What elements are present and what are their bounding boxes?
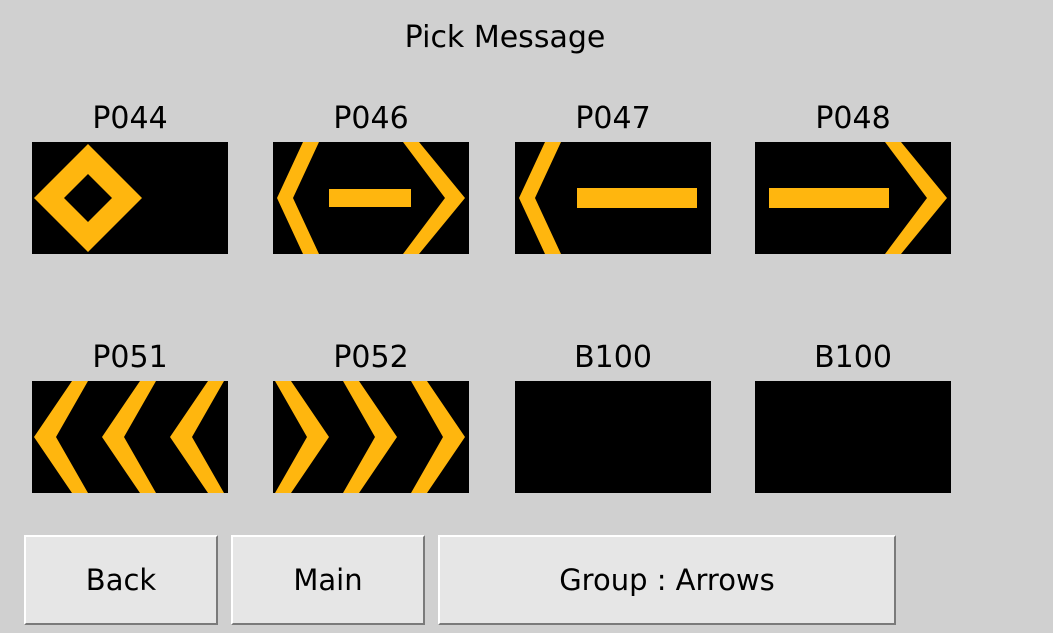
message-tile-p051[interactable]: P051: [32, 341, 228, 493]
message-tile-p048[interactable]: P048: [755, 102, 951, 254]
message-tile-p052[interactable]: P052: [273, 341, 469, 493]
blank-sign-preview: [755, 381, 951, 493]
message-tile-p044[interactable]: P044: [32, 102, 228, 254]
page-title: Pick Message: [404, 20, 606, 55]
message-tile-p046[interactable]: P046: [273, 102, 469, 254]
diamond-icon: [34, 144, 142, 252]
message-code-label: P051: [92, 340, 168, 375]
sign-preview: [515, 142, 711, 254]
message-code-label: P052: [333, 340, 409, 375]
message-tile-b100[interactable]: B100: [755, 341, 951, 493]
group-selector-button[interactable]: Group : Arrows: [438, 535, 896, 625]
sign-preview: [755, 142, 951, 254]
double-arrow-icon: [277, 142, 465, 254]
message-code-label: P046: [333, 101, 409, 136]
message-code-label: P044: [92, 101, 168, 136]
message-tile-b100[interactable]: B100: [515, 341, 711, 493]
main-button[interactable]: Main: [231, 535, 425, 625]
triple-chevron-right-icon: [275, 381, 465, 493]
triple-chevron-left-icon: [34, 381, 224, 493]
sign-preview: [32, 142, 228, 254]
sign-preview: [32, 381, 228, 493]
message-tile-p047[interactable]: P047: [515, 102, 711, 254]
back-button[interactable]: Back: [24, 535, 218, 625]
right-arrow-icon: [769, 142, 947, 254]
sign-preview: [273, 142, 469, 254]
message-code-label: P047: [575, 101, 651, 136]
message-code-label: B100: [574, 340, 652, 375]
sign-preview: [273, 381, 469, 493]
left-arrow-icon: [519, 142, 697, 254]
message-code-label: P048: [815, 101, 891, 136]
blank-sign-preview: [515, 381, 711, 493]
message-code-label: B100: [814, 340, 892, 375]
